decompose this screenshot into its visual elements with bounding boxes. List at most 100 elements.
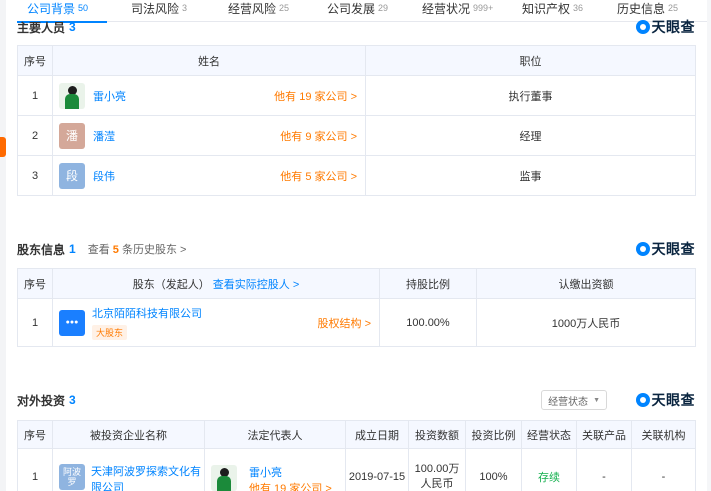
table-header-row: 序号 股东（发起人） 查看实际控股人 > 持股比例 认缴出资额 <box>17 268 696 299</box>
major-shareholder-badge: 大股东 <box>92 325 128 340</box>
col-holder: 股东（发起人） 查看实际控股人 > <box>52 268 380 299</box>
table-row: 3 段 段伟 他有 5 家公司 > 监事 <box>17 155 696 196</box>
col-name: 姓名 <box>52 45 366 76</box>
position-cell: 执行董事 <box>365 75 696 116</box>
logo-text: 天眼查 <box>651 19 695 35</box>
table-header-row: 序号 姓名 职位 <box>17 45 696 76</box>
col-product: 关联产品 <box>576 420 632 449</box>
avatar[interactable] <box>211 464 237 491</box>
section-title: 股东信息 <box>17 242 66 257</box>
tab-count: 25 <box>668 3 679 13</box>
col-capital: 认缴出资额 <box>476 268 696 299</box>
tab-label: 公司发展 <box>327 2 376 16</box>
related-companies-link[interactable]: 他有 5 家公司 > <box>280 168 357 184</box>
col-index: 序号 <box>17 45 53 76</box>
position-cell: 经理 <box>365 115 696 156</box>
col-ratio: 持股比例 <box>379 268 477 299</box>
org-cell: - <box>631 448 696 491</box>
tab-count: 25 <box>279 3 290 13</box>
equity-structure-link[interactable]: 股权结构 > <box>318 315 371 331</box>
history-prefix: 查看 <box>87 244 110 256</box>
table-header-row: 序号 被投资企业名称 法定代表人 成立日期 投资数额 投资比例 经营状态 关联产… <box>17 420 696 449</box>
name-cell: 雷小亮 他有 19 家公司 > <box>52 75 366 116</box>
section-count: 3 <box>69 393 76 407</box>
section-title: 主要人员 <box>17 20 66 35</box>
status-filter-dropdown[interactable]: 经营状态 ▼ <box>541 390 607 410</box>
amount-cell: 100.00万人民币 <box>408 448 466 491</box>
name-cell: 潘 潘滢 他有 9 家公司 > <box>52 115 366 156</box>
person-name-link[interactable]: 段伟 <box>93 168 115 184</box>
actual-controller-link[interactable]: 查看实际控股人 > <box>213 279 299 291</box>
tab-count: 3 <box>182 3 188 13</box>
company-logo[interactable]: ●●● <box>59 309 85 336</box>
name-cell: 段 段伟 他有 5 家公司 > <box>52 155 366 196</box>
tab-count: 29 <box>378 3 389 13</box>
scrollbar[interactable] <box>707 0 711 491</box>
avatar[interactable]: 段 <box>59 162 85 189</box>
tab-label: 经营状况 <box>422 2 471 16</box>
table-row: 2 潘 潘滢 他有 9 家公司 > 经理 <box>17 115 696 156</box>
row-index: 1 <box>17 298 53 347</box>
eye-icon <box>635 20 650 34</box>
related-companies-link[interactable]: 他有 19 家公司 > <box>274 88 357 104</box>
row-index: 2 <box>17 115 53 156</box>
feedback-tab[interactable] <box>0 137 6 157</box>
tianyancha-logo: 天眼查 <box>635 239 696 259</box>
logo-text: 天眼查 <box>651 392 695 408</box>
col-ratio: 投资比例 <box>465 420 522 449</box>
person-name-link[interactable]: 潘滢 <box>93 128 115 144</box>
section-count: 1 <box>69 242 76 256</box>
investments-table: 序号 被投资企业名称 法定代表人 成立日期 投资数额 投资比例 经营状态 关联产… <box>17 420 696 491</box>
table-row: 1 ●●● 北京陌陌科技有限公司 大股东 股权结构 > 100.00% 1000… <box>17 298 696 347</box>
col-company: 被投资企业名称 <box>52 420 205 449</box>
history-count: 5 <box>112 244 119 256</box>
page: 公司背景 50 司法风险 3 经营风险 25 公司发展 29 经营状况 999+ 知识产权… <box>0 0 711 491</box>
status-cell: 存续 <box>521 448 577 491</box>
company-cell: 阿波罗 天津阿波罗探索文化有限公司 <box>52 448 205 491</box>
col-amount: 投资数额 <box>408 420 466 449</box>
company-logo[interactable]: 阿波罗 <box>59 463 85 490</box>
col-date: 成立日期 <box>345 420 409 449</box>
history-shareholders-link[interactable]: 查看 5 条历史股东 > <box>88 241 187 257</box>
person-name-link[interactable]: 雷小亮 <box>93 88 126 104</box>
row-index: 1 <box>17 448 53 491</box>
person-name-link[interactable]: 雷小亮 <box>249 465 332 481</box>
related-companies-link[interactable]: 他有 9 家公司 > <box>280 128 357 144</box>
tab-count: 36 <box>573 3 584 13</box>
section-count: 3 <box>69 20 76 34</box>
date-cell: 2019-07-15 <box>345 448 409 491</box>
company-name-link[interactable]: 天津阿波罗探索文化有限公司 <box>91 464 204 491</box>
related-companies-link[interactable]: 他有 19 家公司 > <box>249 481 332 491</box>
left-edge-strip <box>0 0 6 491</box>
ratio-cell: 100.00% <box>379 298 477 347</box>
tab-count: 999+ <box>473 3 494 13</box>
col-position: 职位 <box>365 45 696 76</box>
section-title: 对外投资 <box>17 393 66 408</box>
personnel-header: 主要人员 3 天眼查 <box>17 17 695 37</box>
holder-cell: ●●● 北京陌陌科技有限公司 大股东 股权结构 > <box>52 298 380 347</box>
col-index: 序号 <box>17 420 53 449</box>
personnel-table: 序号 姓名 职位 1 雷小亮 他有 19 家公司 > 执行董事 2 潘 潘滢 他… <box>17 45 696 196</box>
eye-icon <box>635 393 650 407</box>
row-index: 1 <box>17 75 53 116</box>
tianyancha-logo: 天眼查 <box>635 390 696 410</box>
logo-text: 天眼查 <box>651 241 695 257</box>
investments-header: 对外投资 3 经营状态 ▼ 天眼查 <box>17 390 695 410</box>
holder-header-label: 股东（发起人） <box>132 278 210 291</box>
tab-label: 经营风险 <box>228 2 277 16</box>
shareholders-table: 序号 股东（发起人） 查看实际控股人 > 持股比例 认缴出资额 1 ●●● 北京… <box>17 268 696 347</box>
product-cell: - <box>576 448 632 491</box>
tab-count: 50 <box>78 3 89 13</box>
shareholders-header: 股东信息 1 查看 5 条历史股东 > 天眼查 <box>17 239 695 259</box>
avatar[interactable] <box>59 82 85 109</box>
row-index: 3 <box>17 155 53 196</box>
shareholder-name-link[interactable]: 北京陌陌科技有限公司 <box>92 305 202 321</box>
avatar[interactable]: 潘 <box>59 122 85 149</box>
position-cell: 监事 <box>365 155 696 196</box>
caret-down-icon: ▼ <box>593 396 600 404</box>
col-status: 经营状态 <box>521 420 577 449</box>
tab-label: 知识产权 <box>522 2 571 16</box>
tab-label: 历史信息 <box>617 2 666 16</box>
eye-icon <box>635 242 650 256</box>
capital-cell: 1000万人民币 <box>476 298 696 347</box>
